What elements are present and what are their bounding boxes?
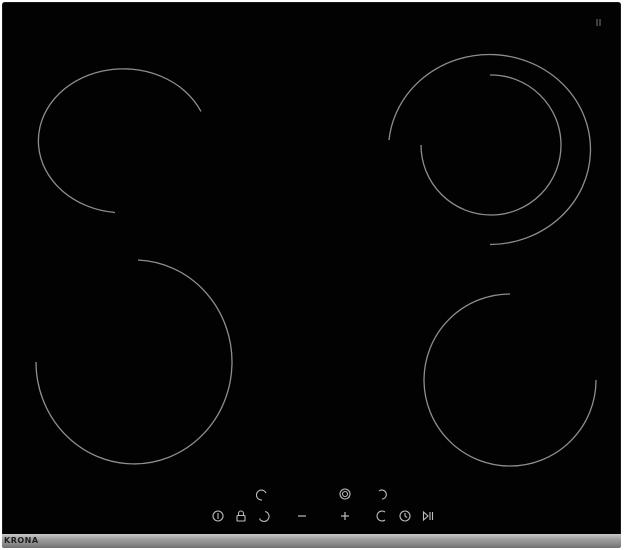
zone-select-right-button[interactable] [375, 509, 389, 523]
minus-button[interactable] [295, 509, 309, 523]
plus-button[interactable] [338, 509, 352, 523]
zone-select-icon [259, 510, 270, 522]
glass-ceramic-panel [2, 2, 621, 535]
zone-select-icon [376, 510, 386, 522]
timer-button[interactable] [398, 509, 412, 523]
brand-logo: KRONA [4, 536, 39, 545]
lock-button[interactable] [234, 509, 248, 523]
lock-icon [236, 510, 246, 522]
stainless-trim [2, 534, 621, 548]
cooktop-product-photo: KRONA [0, 0, 625, 550]
plus-icon [341, 512, 349, 520]
minus-icon [298, 515, 306, 517]
power-icon [212, 510, 224, 522]
pause-button[interactable] [421, 509, 435, 523]
zone-select-left-button[interactable] [256, 509, 270, 523]
power-button[interactable] [211, 509, 225, 523]
timer-icon [399, 510, 411, 522]
pause-icon [422, 510, 434, 522]
